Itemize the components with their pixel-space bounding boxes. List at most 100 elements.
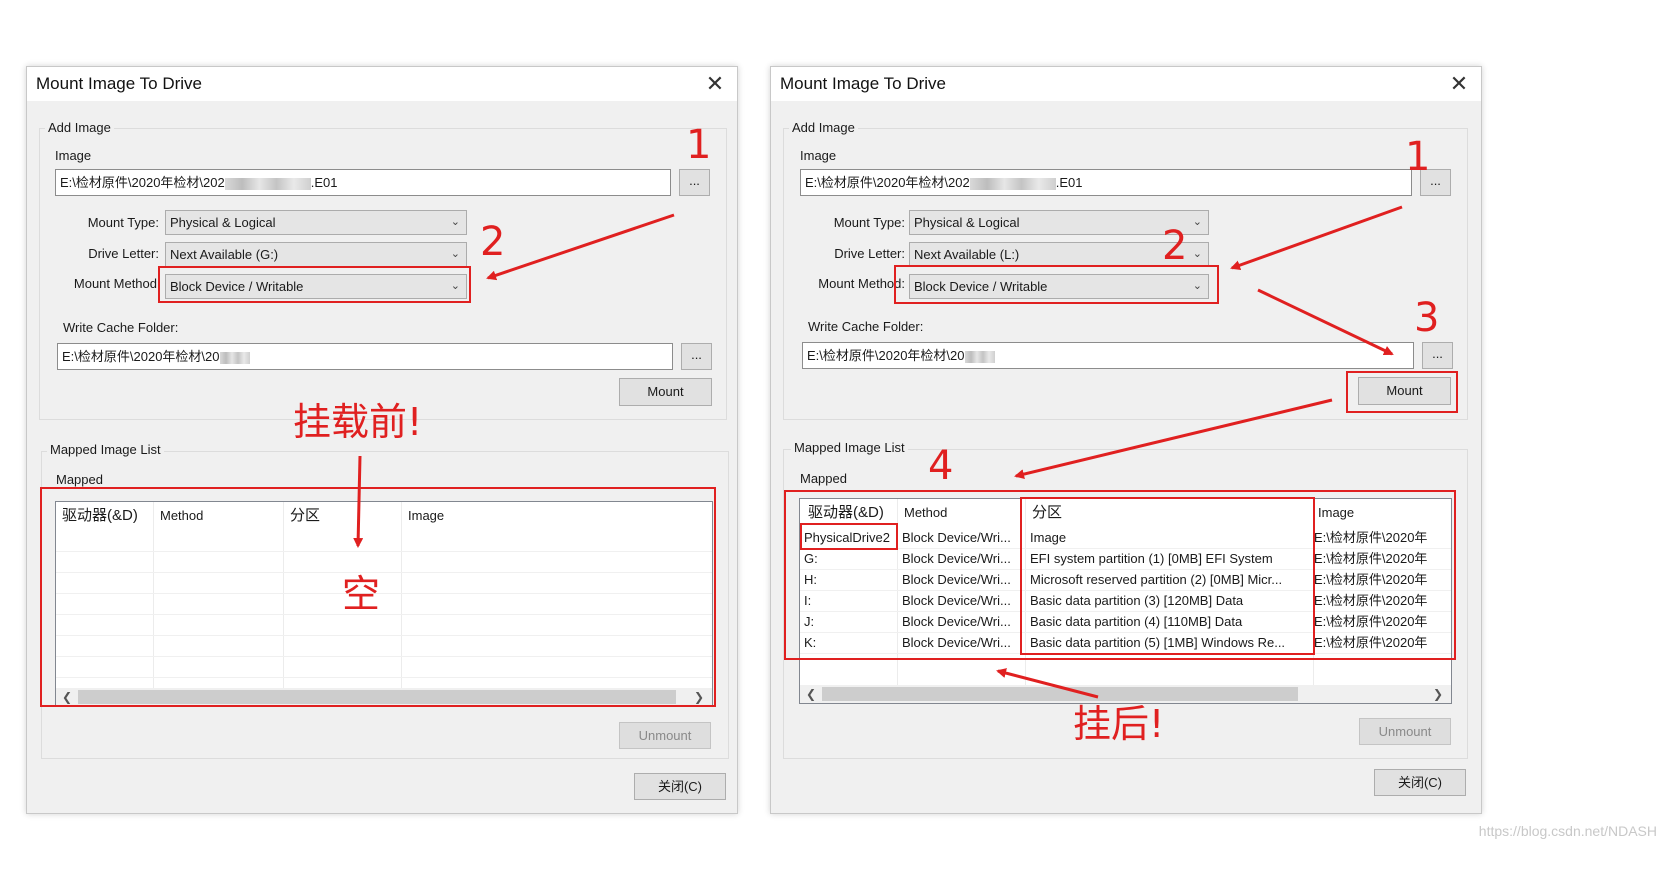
step-1-label: 1 [1405,134,1431,180]
write-cache-prefix: E:\检材原件\2020年检材\20 [62,349,220,364]
table-cell-image[interactable]: E:\检材原件\2020年 [1313,632,1451,653]
add-image-group-label: Add Image [45,120,114,135]
mapped-list-view[interactable]: 驱动器(&D) Method 分区 Image ❮ ❯ [55,501,713,707]
after-mount-label: 挂后! [1073,702,1165,746]
mount-method-label: Mount Method: [818,276,905,291]
column-drive[interactable]: 驱动器(&D) [800,499,898,527]
chevron-down-icon: ⌄ [450,216,460,228]
table-cell-drive[interactable]: H: [800,569,897,590]
column-drive[interactable]: 驱动器(&D) [56,502,154,530]
table-cell-method[interactable]: Block Device/Wri... [898,632,1025,653]
table-cell-image[interactable]: E:\检材原件\2020年 [1313,548,1451,569]
scroll-left-icon[interactable]: ❮ [802,685,820,703]
column-divider [153,502,154,688]
close-icon[interactable]: ✕ [1437,67,1481,101]
mount-type-select[interactable]: Physical & Logical ⌄ [165,210,467,235]
table-cell-drive[interactable]: I: [800,590,897,611]
close-icon[interactable]: ✕ [693,67,737,101]
table-cell-partition[interactable]: Image [1026,527,1313,548]
browse-image-button[interactable]: ... [679,169,710,196]
image-path-input[interactable]: E:\检材原件\2020年检材\202 .E01 [800,169,1412,196]
close-dialog-button[interactable]: 关闭(C) [1374,769,1466,796]
table-cell-partition[interactable]: Microsoft reserved partition (2) [0MB] M… [1026,569,1313,590]
column-image[interactable]: Image [1314,499,1451,527]
write-cache-prefix: E:\检材原件\2020年检材\20 [807,348,965,363]
horizontal-scrollbar[interactable]: ❮ ❯ [800,685,1451,703]
image-label: Image [800,148,837,163]
mount-method-select[interactable]: Block Device / Writable ⌄ [165,274,467,299]
drive-letter-select[interactable]: Next Available (G:) ⌄ [165,242,467,267]
image-path-prefix: E:\检材原件\2020年检材\202 [805,175,970,190]
column-partition[interactable]: 分区 [1026,499,1314,527]
mount-button[interactable]: Mount [1358,377,1451,405]
row-divider [56,593,712,594]
chevron-down-icon: ⌄ [1192,216,1202,228]
title-bar: Mount Image To Drive ✕ [27,67,737,101]
row-divider [56,614,712,615]
horizontal-scrollbar[interactable]: ❮ ❯ [56,688,712,706]
mount-method-select[interactable]: Block Device / Writable ⌄ [909,274,1209,299]
drive-letter-value: Next Available (L:) [914,247,1020,262]
mount-type-value: Physical & Logical [914,215,1020,230]
table-cell-image[interactable]: E:\检材原件\2020年 [1313,590,1451,611]
mount-type-label: Mount Type: [833,215,905,230]
chevron-down-icon: ⌄ [450,248,460,260]
before-mount-label: 挂载前! [293,400,423,444]
table-cell-partition[interactable]: Basic data partition (4) [110MB] Data [1026,611,1313,632]
mount-method-value: Block Device / Writable [914,279,1048,294]
image-path-input[interactable]: E:\检材原件\2020年检材\202 .E01 [55,169,671,196]
column-method[interactable]: Method [898,499,1024,527]
drive-letter-value: Next Available (G:) [170,247,279,262]
redacted-text [219,351,250,364]
table-cell-drive[interactable]: G: [800,548,897,569]
row-divider [56,572,712,573]
step-2-label: 2 [480,219,506,265]
redacted-text [969,177,1056,190]
redacted-text [964,350,995,363]
image-label: Image [55,148,92,163]
table-cell-image[interactable]: E:\检材原件\2020年 [1313,527,1451,548]
column-image[interactable]: Image [402,502,702,530]
step-4-label: 4 [928,443,954,489]
table-cell-drive[interactable]: PhysicalDrive2 [800,527,897,548]
mapped-image-list-label: Mapped Image List [791,440,908,455]
close-dialog-button[interactable]: 关闭(C) [634,773,726,800]
step-3-label: 3 [1414,295,1440,341]
table-cell-method[interactable]: Block Device/Wri... [898,611,1025,632]
table-cell-method[interactable]: Block Device/Wri... [898,590,1025,611]
row-divider [800,653,1451,654]
write-cache-input[interactable]: E:\检材原件\2020年检材\20 [57,343,673,370]
scroll-left-icon[interactable]: ❮ [58,688,76,706]
table-cell-partition[interactable]: Basic data partition (5) [1MB] Windows R… [1026,632,1313,653]
table-cell-image[interactable]: E:\检材原件\2020年 [1313,611,1451,632]
row-divider [56,656,712,657]
list-header: 驱动器(&D) Method 分区 Image [56,502,712,530]
table-cell-method[interactable]: Block Device/Wri... [898,527,1025,548]
table-cell-drive[interactable]: J: [800,611,897,632]
mount-button[interactable]: Mount [619,378,712,406]
unmount-button[interactable]: Unmount [619,722,711,749]
mapped-list-view[interactable]: 驱动器(&D) Method 分区 Image PhysicalDrive2 Bl… [799,498,1452,704]
table-cell-drive[interactable]: K: [800,632,897,653]
table-cell-image[interactable]: E:\检材原件\2020年 [1313,569,1451,590]
table-cell-partition[interactable]: Basic data partition (3) [120MB] Data [1026,590,1313,611]
unmount-button[interactable]: Unmount [1359,718,1451,745]
image-path-suffix: .E01 [1055,175,1083,190]
scroll-right-icon[interactable]: ❯ [690,688,708,706]
browse-cache-button[interactable]: ... [681,343,712,370]
write-cache-input[interactable]: E:\检材原件\2020年检材\20 [802,342,1414,369]
add-image-group-label: Add Image [789,120,858,135]
browse-cache-button[interactable]: ... [1422,342,1453,369]
table-cell-partition[interactable]: EFI system partition (1) [0MB] EFI Syste… [1026,548,1313,569]
chevron-down-icon: ⌄ [1192,248,1202,260]
scroll-right-icon[interactable]: ❯ [1429,685,1447,703]
column-partition[interactable]: 分区 [284,502,402,530]
table-cell-method[interactable]: Block Device/Wri... [898,569,1025,590]
scroll-thumb[interactable] [78,690,676,704]
redacted-text [224,177,311,190]
scroll-thumb[interactable] [822,687,1298,701]
mapped-image-list-label: Mapped Image List [47,442,164,457]
column-method[interactable]: Method [154,502,284,530]
dialog-title: Mount Image To Drive [36,74,202,93]
table-cell-method[interactable]: Block Device/Wri... [898,548,1025,569]
